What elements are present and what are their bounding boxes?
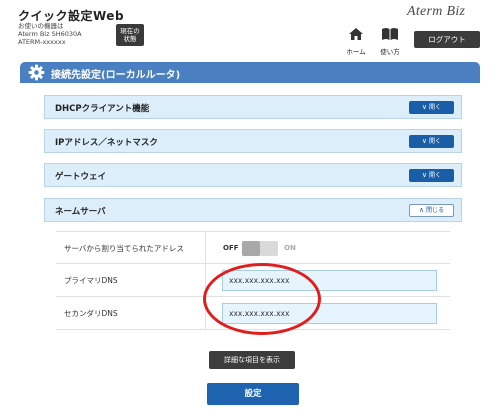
open-button-label: 開く [429, 104, 442, 111]
manual-nav-button[interactable]: 使い方 [375, 26, 405, 56]
home-icon [349, 28, 363, 40]
primary-dns-label: プライマリDNS [64, 276, 118, 285]
submit-button[interactable]: 設定 [207, 383, 299, 405]
open-button-label: 開く [429, 138, 442, 145]
book-icon [382, 28, 398, 40]
current-status-button[interactable]: 現在の 状態 [116, 24, 144, 46]
toggle-off-label: OFF [223, 244, 239, 252]
chevron-down-icon: ∨ [421, 137, 428, 145]
logout-button[interactable]: ログアウト [414, 31, 480, 48]
accordion-label: IPアドレス／ネットマスク [55, 138, 158, 148]
accordion-ip-netmask[interactable]: IPアドレス／ネットマスク ∨ 開く [44, 129, 462, 153]
section-header: 接続先設定(ローカルルータ) [20, 62, 480, 83]
highlight-ellipse [203, 263, 321, 335]
accordion-label: ゲートウェイ [55, 172, 107, 182]
auto-address-toggle[interactable] [242, 241, 278, 256]
accordion-label: ネームサーバ [55, 207, 106, 217]
chevron-down-icon: ∨ [421, 103, 428, 111]
accordion-gateway[interactable]: ゲートウェイ ∨ 開く [44, 163, 462, 187]
accordion-dhcp-client[interactable]: DHCPクライアント機能 ∨ 開く [44, 95, 462, 119]
chevron-up-icon: ∧ [418, 206, 425, 214]
secondary-dns-label: セカンダリDNS [64, 309, 118, 318]
open-button[interactable]: ∨ 開く [409, 169, 454, 182]
divider [205, 232, 206, 265]
aterm-biz-logo: Aterm Biz [407, 4, 466, 19]
device-info-line: お使いの機器は [18, 22, 64, 30]
section-title: 接続先設定(ローカルルータ) [51, 70, 181, 81]
manual-label: 使い方 [380, 48, 400, 56]
accordion-label: DHCPクライアント機能 [55, 104, 150, 114]
device-name: ATERM-xxxxxx [18, 38, 66, 46]
home-label: ホーム [346, 48, 366, 56]
show-details-button[interactable]: 詳細な項目を表示 [209, 351, 295, 369]
toggle-on-label: ON [284, 244, 296, 252]
device-model: Aterm Biz SH6030A [18, 30, 82, 38]
open-button[interactable]: ∨ 開く [409, 101, 454, 114]
current-status-label-2: 状態 [123, 35, 137, 43]
close-button-label: 閉じる [426, 207, 445, 214]
open-button-label: 開く [429, 172, 442, 179]
current-status-label-1: 現在の [120, 27, 140, 35]
gear-icon [28, 64, 45, 81]
device-info: お使いの機器は Aterm Biz SH6030A ATERM-xxxxxx [18, 22, 82, 46]
auto-address-label: サーバから割り当てられたアドレス [64, 244, 184, 253]
header: クイック設定Web お使いの機器は Aterm Biz SH6030A ATER… [0, 0, 500, 56]
toggle-knob[interactable] [242, 241, 260, 256]
accordion-name-server[interactable]: ネームサーバ ∧ 閉じる [44, 198, 462, 222]
home-nav-button[interactable]: ホーム [343, 26, 369, 56]
auto-address-row: サーバから割り当てられたアドレス OFF ON [56, 231, 450, 265]
close-button[interactable]: ∧ 閉じる [409, 204, 454, 217]
chevron-down-icon: ∨ [421, 171, 428, 179]
open-button[interactable]: ∨ 開く [409, 135, 454, 148]
